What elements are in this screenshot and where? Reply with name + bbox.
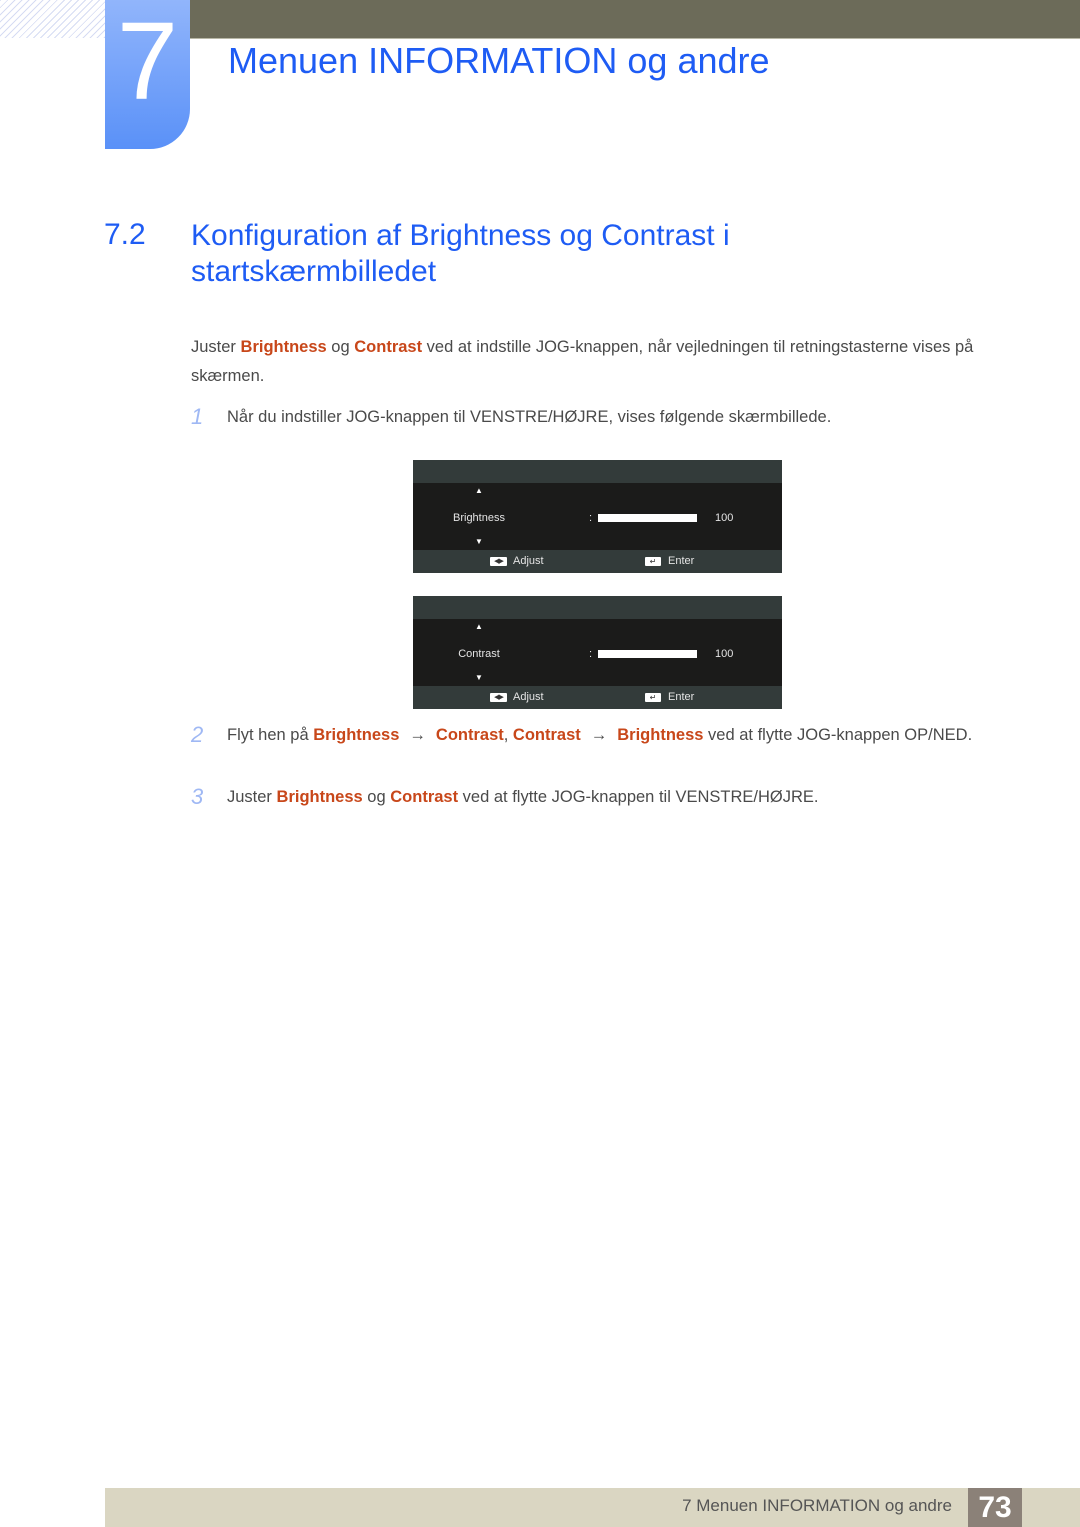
- osd-header: [413, 596, 782, 619]
- osd-contrast-screen: ▲ Contrast : 100 ▼ ◀▶ Adjust ↵ Enter: [413, 596, 782, 709]
- down-arrow-icon: ▼: [475, 673, 483, 682]
- step-text-part: og: [362, 788, 391, 806]
- highlight-contrast: Contrast: [354, 338, 423, 356]
- page-number: 73: [968, 1488, 1022, 1527]
- intro-text: og: [326, 338, 355, 356]
- step-number: 2: [191, 722, 204, 747]
- page-footer: 7 Menuen INFORMATION og andre 73: [105, 1488, 1080, 1527]
- osd-header: [413, 460, 782, 483]
- header-divider: [190, 38, 1080, 39]
- step-text-part: ved at flytte JOG-knappen til VENSTRE/HØ…: [458, 788, 819, 806]
- left-right-icon: ◀▶: [490, 557, 507, 566]
- intro-text: Juster: [191, 338, 241, 356]
- up-arrow-icon: ▲: [475, 622, 483, 631]
- step-text: Juster Brightness og Contrast ved at fly…: [227, 783, 1007, 811]
- up-arrow-icon: ▲: [475, 486, 483, 495]
- highlight-contrast: Contrast: [390, 788, 459, 806]
- enter-label: Enter: [668, 555, 695, 567]
- osd-brightness-screen: ▲ Brightness : 100 ▼ ◀▶ Adjust ↵ Enter: [413, 460, 782, 573]
- step-text-part: ,: [503, 726, 513, 744]
- footer-chapter-title: 7 Menuen INFORMATION og andre: [682, 1496, 952, 1515]
- osd-value: 100: [715, 512, 734, 524]
- step-text-part: Juster: [227, 788, 277, 806]
- header-bar: [190, 0, 1080, 38]
- chapter-number: 7: [116, 0, 179, 123]
- step-text-part: Flyt hen på: [227, 726, 314, 744]
- step-2: 2 Flyt hen på Brightness → Contrast, Contr…: [191, 721, 1011, 781]
- left-right-icon: ◀▶: [490, 693, 507, 702]
- step-text: Flyt hen på Brightness → Contrast, Contras…: [227, 721, 1007, 749]
- adjust-label: Adjust: [513, 691, 544, 703]
- osd-level-bar: [598, 514, 697, 522]
- section-number: 7.2: [104, 218, 146, 251]
- osd-footer: ◀▶ Adjust ↵ Enter: [413, 686, 782, 709]
- highlight-brightness: Brightness: [276, 788, 363, 806]
- highlight-brightness: Brightness: [313, 726, 400, 744]
- step-text: Når du indstiller JOG-knappen til VENSTR…: [227, 408, 832, 426]
- decorative-hatch: [0, 0, 105, 38]
- enter-label: Enter: [668, 691, 695, 703]
- osd-colon: :: [589, 648, 593, 660]
- chapter-tab: 7: [105, 0, 190, 149]
- enter-icon: ↵: [645, 557, 661, 566]
- enter-icon: ↵: [645, 693, 661, 702]
- chapter-title: Menuen INFORMATION og andre: [228, 40, 770, 81]
- down-arrow-icon: ▼: [475, 537, 483, 546]
- highlight-contrast: Contrast: [435, 726, 504, 744]
- right-arrow-icon: →: [590, 726, 608, 744]
- highlight-brightness: Brightness: [240, 338, 327, 356]
- intro-paragraph: Juster Brightness og Contrast ved at ind…: [191, 333, 1011, 391]
- step-number: 3: [191, 784, 204, 809]
- highlight-brightness: Brightness: [617, 726, 704, 744]
- osd-label: Brightness: [453, 512, 505, 524]
- osd-colon: :: [589, 512, 593, 524]
- highlight-contrast: Contrast: [512, 726, 581, 744]
- step-number: 1: [191, 404, 204, 429]
- osd-footer: ◀▶ Adjust ↵ Enter: [413, 550, 782, 573]
- osd-label: Contrast: [458, 648, 500, 660]
- adjust-label: Adjust: [513, 555, 544, 567]
- osd-value: 100: [715, 648, 734, 660]
- step-text-part: ved at flytte JOG-knappen OP/NED.: [703, 726, 973, 744]
- right-arrow-icon: →: [409, 726, 426, 744]
- section-title: Konfiguration af Brightness og Contrast …: [191, 219, 730, 288]
- osd-level-bar: [598, 650, 697, 658]
